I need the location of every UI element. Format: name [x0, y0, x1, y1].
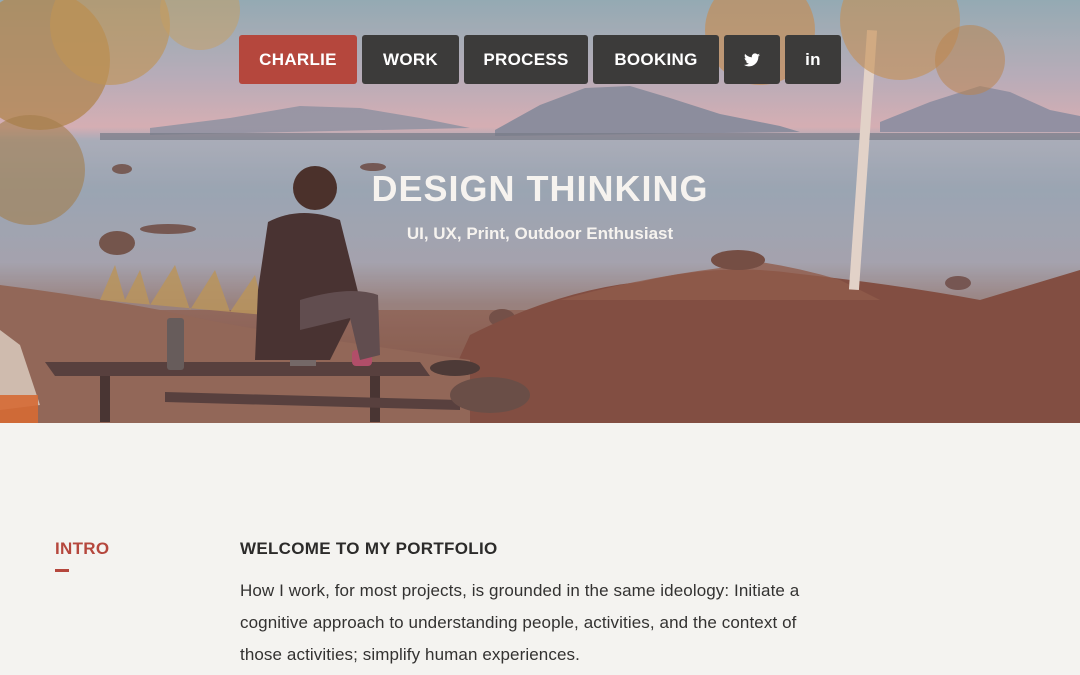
nav-booking-button[interactable]: BOOKING	[593, 35, 719, 84]
intro-body-text: How I work, for most projects, is ground…	[240, 581, 800, 664]
intro-heading: WELCOME TO MY PORTFOLIO	[240, 539, 498, 558]
hero-title: DESIGN THINKING	[371, 168, 709, 209]
section-label-intro: INTRO	[55, 539, 110, 558]
linkedin-icon: in	[805, 49, 821, 69]
twitter-icon	[744, 52, 760, 66]
section-label-underline	[55, 569, 69, 572]
twitter-button[interactable]	[724, 35, 780, 84]
nav-charlie-button[interactable]: CHARLIE	[239, 35, 357, 84]
nav-process-button[interactable]: PROCESS	[464, 35, 588, 84]
linkedin-button[interactable]: in	[785, 35, 841, 84]
nav-work-button[interactable]: WORK	[362, 35, 459, 84]
hero-subtitle: UI, UX, Print, Outdoor Enthusiast	[406, 224, 674, 243]
main-nav: CHARLIE WORK PROCESS BOOKING in	[239, 35, 841, 84]
